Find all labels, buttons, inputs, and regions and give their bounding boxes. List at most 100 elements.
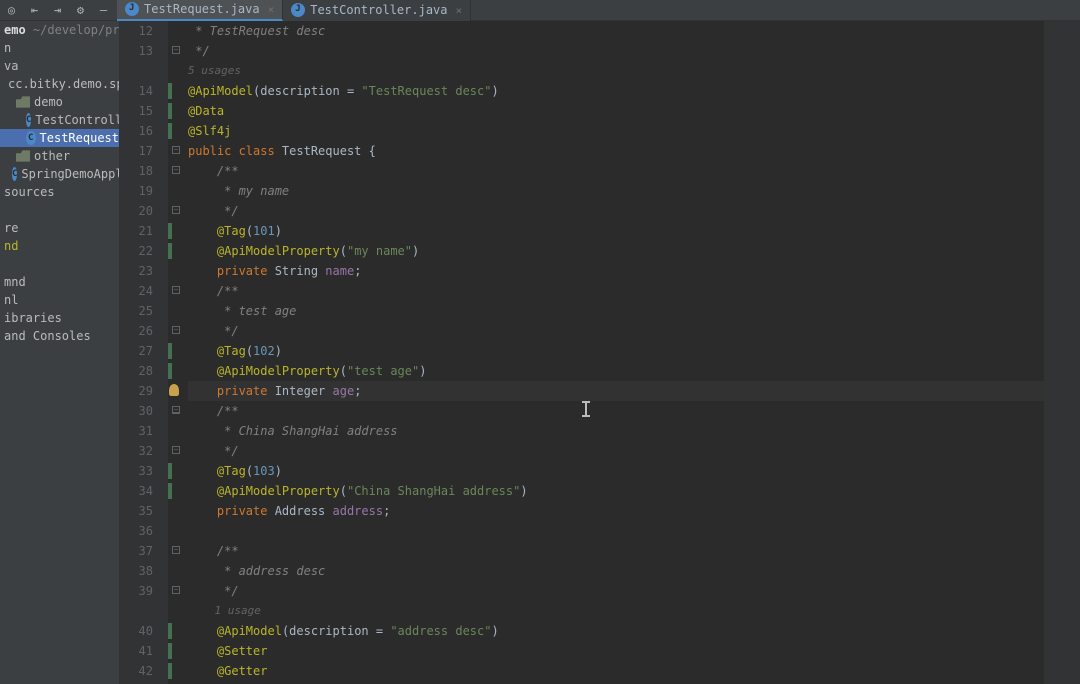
line-number[interactable]: 16 [120, 121, 153, 141]
code-line[interactable]: @Slf4j [188, 121, 1044, 141]
line-number[interactable]: 22 [120, 241, 153, 261]
sidebar-item[interactable]: CSpringDemoAppli [0, 165, 119, 183]
sidebar-item[interactable] [0, 201, 119, 219]
code-line[interactable]: /** [188, 281, 1044, 301]
sidebar-item[interactable]: nl [0, 291, 119, 309]
sidebar-item[interactable]: and Consoles [0, 327, 119, 345]
line-number[interactable]: 15 [120, 101, 153, 121]
code-line[interactable]: /** [188, 401, 1044, 421]
code-line[interactable]: */ [188, 441, 1044, 461]
fold-icon[interactable]: − [172, 206, 180, 214]
fold-icon[interactable]: − [172, 286, 180, 294]
line-number[interactable]: 36 [120, 521, 153, 541]
line-number[interactable]: 26 [120, 321, 153, 341]
tab-testcontroller-java[interactable]: TestController.java× [283, 0, 471, 21]
code-line[interactable]: private String name; [188, 261, 1044, 281]
line-number[interactable] [120, 61, 153, 81]
code-line[interactable]: @Tag(103) [188, 461, 1044, 481]
line-number[interactable]: 20 [120, 201, 153, 221]
code-line[interactable]: * China ShangHai address [188, 421, 1044, 441]
code-line[interactable]: 1 usage [188, 601, 1044, 621]
line-number[interactable]: 34 [120, 481, 153, 501]
sidebar-item[interactable]: ibraries [0, 309, 119, 327]
code-line[interactable]: */ [188, 581, 1044, 601]
fold-icon[interactable]: − [172, 166, 180, 174]
code-line[interactable]: @ApiModelProperty("China ShangHai addres… [188, 481, 1044, 501]
sidebar-item[interactable]: n [0, 39, 119, 57]
sidebar-item[interactable]: demo [0, 93, 119, 111]
code-line[interactable]: 5 usages [188, 61, 1044, 81]
project-sidebar[interactable]: emo ~/develop/projec nvacc.bitky.demo.sp… [0, 21, 120, 684]
line-number[interactable]: 27 [120, 341, 153, 361]
code-line[interactable]: private Address address; [188, 501, 1044, 521]
sidebar-item[interactable]: cc.bitky.demo.spring [0, 75, 119, 93]
fold-icon[interactable]: − [172, 46, 180, 54]
sidebar-item[interactable]: nd [0, 237, 119, 255]
code-line[interactable]: @ApiModelProperty("test age") [188, 361, 1044, 381]
project-root[interactable]: emo ~/develop/projec [0, 21, 119, 39]
line-number[interactable] [120, 601, 153, 621]
line-number[interactable]: 33 [120, 461, 153, 481]
line-number[interactable]: 39 [120, 581, 153, 601]
line-number[interactable]: 38 [120, 561, 153, 581]
line-number[interactable]: 28 [120, 361, 153, 381]
code-line[interactable]: * my name [188, 181, 1044, 201]
code-line[interactable]: @Data [188, 101, 1044, 121]
tab-testrequest-java[interactable]: TestRequest.java× [117, 0, 283, 21]
fold-icon[interactable]: − [172, 146, 180, 154]
fold-icon[interactable]: − [172, 546, 180, 554]
line-number[interactable]: 32 [120, 441, 153, 461]
code-editor[interactable]: 1213 141516171819202122232425262728293031… [120, 21, 1080, 684]
code-line[interactable]: @ApiModel(description = "TestRequest des… [188, 81, 1044, 101]
gutter[interactable]: 1213 141516171819202122232425262728293031… [120, 21, 168, 684]
code-line[interactable]: * test age [188, 301, 1044, 321]
code-area[interactable]: * TestRequest desc */5 usages@ApiModel(d… [182, 21, 1044, 684]
intention-bulb-icon[interactable] [169, 384, 179, 396]
close-icon[interactable]: × [268, 3, 275, 16]
fold-icon[interactable]: − [172, 586, 180, 594]
line-number[interactable]: 24 [120, 281, 153, 301]
line-number[interactable]: 37 [120, 541, 153, 561]
line-number[interactable]: 14 [120, 81, 153, 101]
line-number[interactable]: 41 [120, 641, 153, 661]
sidebar-item[interactable]: mnd [0, 273, 119, 291]
fold-icon[interactable]: − [172, 446, 180, 454]
code-line[interactable]: */ [188, 41, 1044, 61]
code-line[interactable]: @Getter [188, 661, 1044, 681]
code-line[interactable]: */ [188, 201, 1044, 221]
code-line[interactable]: @ApiModelProperty("my name") [188, 241, 1044, 261]
code-line[interactable]: * TestRequest desc [188, 21, 1044, 41]
code-line[interactable]: public class TestRequest { [188, 141, 1044, 161]
sidebar-item[interactable]: other [0, 147, 119, 165]
target-icon[interactable]: ◎ [0, 0, 23, 21]
code-line[interactable]: */ [188, 321, 1044, 341]
sidebar-item[interactable]: va [0, 57, 119, 75]
code-line[interactable]: @Tag(102) [188, 341, 1044, 361]
code-line[interactable] [188, 521, 1044, 541]
line-number[interactable]: 25 [120, 301, 153, 321]
sidebar-item[interactable]: CTestController [0, 111, 119, 129]
code-line[interactable]: @ApiModel(description = "address desc") [188, 621, 1044, 641]
sidebar-item[interactable]: sources [0, 183, 119, 201]
line-number[interactable]: 40 [120, 621, 153, 641]
sidebar-item[interactable]: re [0, 219, 119, 237]
line-number[interactable]: 23 [120, 261, 153, 281]
close-icon[interactable]: × [456, 4, 463, 17]
line-number[interactable]: 30 [120, 401, 153, 421]
expand-left-icon[interactable]: ⇤ [23, 0, 46, 21]
code-line[interactable]: @Tag(101) [188, 221, 1044, 241]
gear-icon[interactable]: ⚙ [69, 0, 92, 21]
line-number[interactable]: 35 [120, 501, 153, 521]
sidebar-item[interactable]: CTestRequest [0, 129, 119, 147]
code-line[interactable]: /** [188, 161, 1044, 181]
line-number[interactable]: 12 [120, 21, 153, 41]
line-number[interactable]: 19 [120, 181, 153, 201]
line-number[interactable]: 13 [120, 41, 153, 61]
line-number[interactable]: 18 [120, 161, 153, 181]
line-number[interactable]: 42 [120, 661, 153, 681]
line-number[interactable]: 31 [120, 421, 153, 441]
line-number[interactable]: 29 [120, 381, 153, 401]
sidebar-item[interactable] [0, 255, 119, 273]
line-number[interactable]: 21 [120, 221, 153, 241]
line-number[interactable]: 17 [120, 141, 153, 161]
